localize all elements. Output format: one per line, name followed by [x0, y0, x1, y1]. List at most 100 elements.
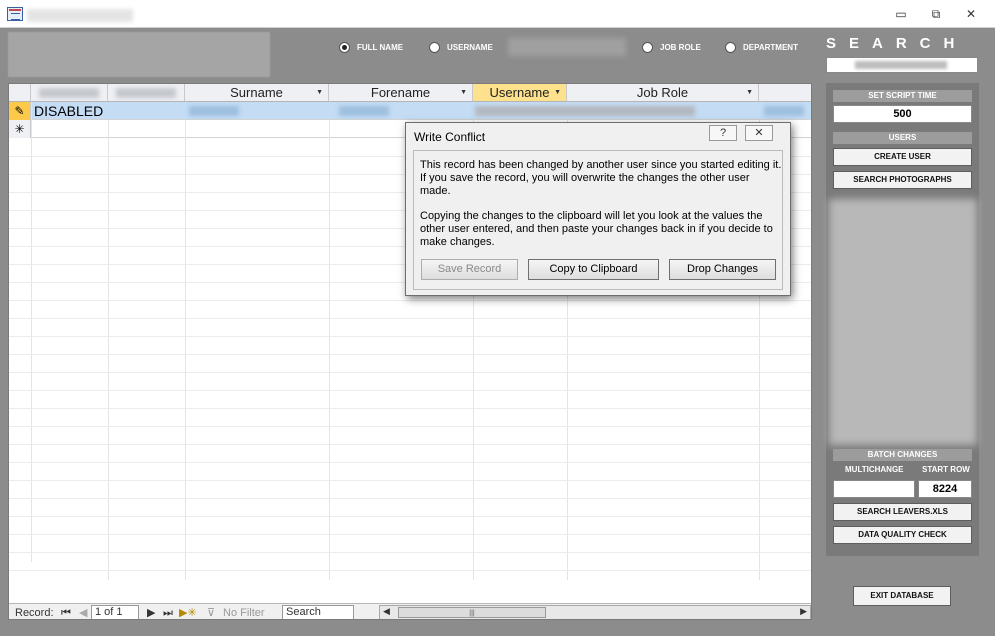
grid-line [9, 336, 811, 337]
grid-line [9, 444, 811, 445]
filter-icon[interactable]: ⊽ [207, 606, 215, 619]
grid-line [9, 498, 811, 499]
search-photographs-button[interactable]: SEARCH PHOTOGRAPHS [833, 171, 972, 189]
multichange-input[interactable] [833, 480, 915, 498]
start-row-label: START ROW [922, 465, 970, 474]
close-window-button[interactable]: ✕ [962, 6, 980, 22]
grid-line [9, 354, 811, 355]
radio-label-username: USERNAME [447, 42, 493, 52]
radio-job-role[interactable]: JOB ROLE [642, 41, 701, 53]
no-filter-label[interactable]: No Filter [223, 606, 265, 619]
dialog-close-icon[interactable]: ✕ [745, 125, 773, 141]
search-leavers-button[interactable]: SEARCH LEAVERS.XLS [833, 503, 972, 521]
column-header-username[interactable]: Username ▼ [473, 84, 567, 102]
header-redacted [116, 88, 176, 98]
grid-line [108, 120, 109, 580]
create-user-button[interactable]: CREATE USER [833, 148, 972, 166]
scroll-left-icon[interactable]: ◀ [383, 606, 390, 617]
batch-changes-label: BATCH CHANGES [833, 449, 972, 461]
dropdown-arrow-icon[interactable]: ▼ [316, 84, 323, 102]
column-label: Username [489, 85, 550, 100]
title-bar: ▭ ⧉ ✕ [0, 0, 995, 28]
script-time-input[interactable]: 500 [833, 105, 972, 123]
minimize-button[interactable]: ▭ [892, 6, 910, 22]
grid-line [9, 300, 811, 301]
cell-status[interactable]: DISABLED [31, 102, 108, 120]
radio-username[interactable]: USERNAME [429, 41, 493, 53]
cell-redacted [475, 106, 695, 116]
radio-department[interactable]: DEPARTMENT [725, 41, 798, 53]
select-all-corner[interactable] [9, 84, 31, 102]
grid-line [9, 552, 811, 553]
radio-label-full-name: FULL NAME [357, 42, 404, 52]
radio-icon[interactable] [642, 41, 653, 53]
grid-line [9, 408, 811, 409]
search-input-redacted [855, 61, 947, 69]
users-label: USERS [833, 132, 972, 144]
pencil-icon: ✎ [9, 102, 31, 120]
cell-redacted [189, 106, 239, 116]
data-quality-check-button[interactable]: DATA QUALITY CHECK [833, 526, 972, 544]
dialog-message-overwrite: This record has been changed by another … [420, 159, 782, 197]
column-header-blurred-2[interactable] [108, 84, 185, 102]
window-title-redacted [27, 9, 133, 22]
start-row-input[interactable]: 8224 [918, 480, 972, 498]
radio-full-name[interactable]: FULL NAME [339, 41, 403, 53]
radio-label-department: DEPARTMENT [743, 42, 798, 52]
next-record-icon[interactable]: ▶ [147, 606, 155, 619]
grid-line [9, 516, 811, 517]
column-header-surname[interactable]: Surname ▼ [185, 84, 329, 102]
search-input[interactable] [826, 57, 978, 73]
copy-to-clipboard-button[interactable]: Copy to Clipboard [528, 259, 659, 280]
set-script-time-label: SET SCRIPT TIME [833, 90, 972, 102]
table-row[interactable]: ✎ DISABLED [9, 102, 811, 120]
exit-database-button[interactable]: EXIT DATABASE [853, 586, 951, 606]
redacted-panel [829, 199, 977, 445]
grid-line [9, 372, 811, 373]
radio-icon[interactable] [725, 41, 736, 53]
grid-line [9, 390, 811, 391]
dialog-title: Write Conflict [414, 130, 486, 144]
column-header-blurred-1[interactable] [31, 84, 108, 102]
header-redacted [39, 88, 99, 98]
help-icon[interactable]: ? [709, 125, 737, 141]
column-label: Forename [370, 85, 431, 100]
radio-icon[interactable] [429, 41, 440, 53]
main-form: FULL NAME USERNAME JOB ROLE DEPARTMENT S… [0, 28, 995, 636]
filter-input-redacted[interactable] [508, 38, 626, 56]
scroll-thumb[interactable]: ||| [398, 607, 546, 618]
grid-line [9, 534, 811, 535]
column-header-job-role[interactable]: Job Role ▼ [567, 84, 759, 102]
column-header-extra[interactable] [759, 84, 811, 102]
grid-line [9, 480, 811, 481]
grid-line [329, 120, 330, 580]
radio-selected-icon[interactable] [339, 41, 350, 53]
last-record-icon[interactable]: ⏭ [163, 606, 173, 619]
radio-label-job-role: JOB ROLE [660, 42, 701, 52]
record-navigation-bar: Record: ⏮ ◀ 1 of 1 ▶ ⏭ ▶✳ ⊽ No Filter Se… [9, 603, 811, 619]
dropdown-arrow-icon[interactable]: ▼ [460, 84, 467, 102]
record-label: Record: [15, 607, 54, 619]
new-record-icon[interactable]: ▶✳ [179, 606, 197, 619]
restore-button[interactable]: ⧉ [927, 6, 945, 22]
dropdown-arrow-icon[interactable]: ▼ [554, 84, 561, 102]
scroll-right-icon[interactable]: ▶ [800, 606, 807, 617]
first-record-icon[interactable]: ⏮ [61, 606, 71, 619]
column-label: Surname [230, 85, 283, 100]
access-form-icon [7, 7, 23, 21]
grid-line [9, 426, 811, 427]
search-heading: SEARCH [826, 35, 968, 52]
horizontal-scrollbar[interactable]: ◀ ||| ▶ [379, 605, 811, 619]
logo-redacted [8, 32, 270, 77]
save-record-button[interactable]: Save Record [421, 259, 518, 280]
grid-line [9, 318, 811, 319]
control-panel: SET SCRIPT TIME 500 USERS CREATE USER SE… [826, 83, 979, 556]
record-position-input[interactable]: 1 of 1 [91, 605, 139, 619]
grid-line [9, 570, 811, 571]
dropdown-arrow-icon[interactable]: ▼ [746, 84, 753, 102]
navigator-search-input[interactable]: Search [282, 605, 354, 619]
previous-record-icon[interactable]: ◀ [79, 606, 87, 619]
column-header-forename[interactable]: Forename ▼ [329, 84, 473, 102]
drop-changes-button[interactable]: Drop Changes [669, 259, 776, 280]
cell-redacted [339, 106, 389, 116]
